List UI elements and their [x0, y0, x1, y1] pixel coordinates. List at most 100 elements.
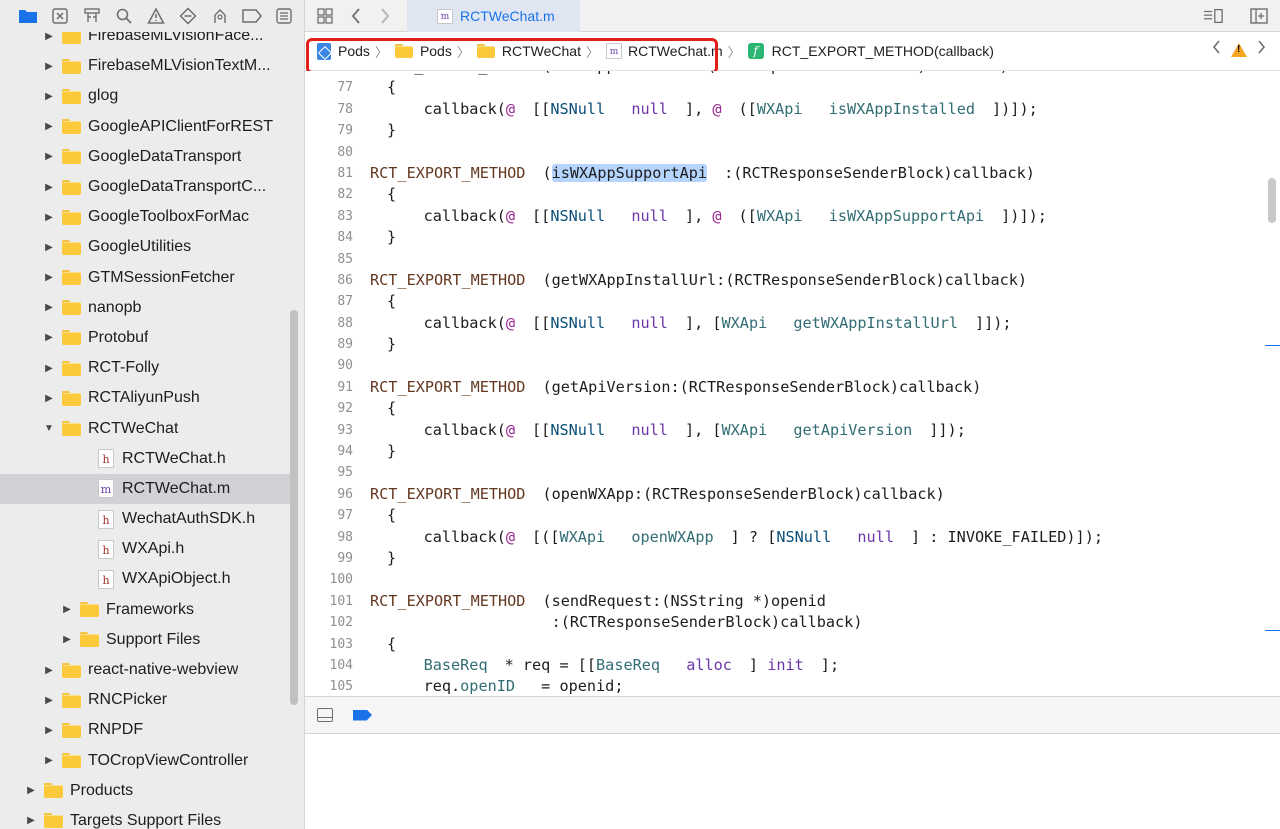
- line-number[interactable]: 81: [305, 163, 353, 184]
- tab-rctwechat-m[interactable]: m RCTWeChat.m: [407, 0, 580, 32]
- disclosure-collapsed-icon[interactable]: ▶: [42, 212, 56, 223]
- breadcrumb-rctwechat-m-file[interactable]: m RCTWeChat.m: [605, 43, 723, 59]
- line-number[interactable]: 99: [305, 548, 353, 569]
- disclosure-collapsed-icon[interactable]: ▶: [60, 604, 74, 615]
- line-number[interactable]: 89: [305, 334, 353, 355]
- disclosure-collapsed-icon[interactable]: ▶: [42, 302, 56, 313]
- tree-group-item[interactable]: ▶ TOCropViewController: [0, 746, 290, 776]
- debug-icon[interactable]: [210, 6, 230, 26]
- disclosure-collapsed-icon[interactable]: ▶: [42, 151, 56, 162]
- disclosure-collapsed-icon[interactable]: ▶: [42, 272, 56, 283]
- source-editor[interactable]: RCT_EXPORT_METHOD (isWXAppInstalled:(RCTR…: [305, 71, 1265, 696]
- disclosure-collapsed-icon[interactable]: ▶: [42, 665, 56, 676]
- breadcrumb-rctwechat-group[interactable]: RCTWeChat: [476, 43, 581, 59]
- line-number[interactable]: 95: [305, 462, 353, 483]
- disclosure-collapsed-icon[interactable]: ▶: [42, 725, 56, 736]
- disclosure-collapsed-icon[interactable]: ▶: [42, 755, 56, 766]
- tree-group-item[interactable]: ▶ RCT-Folly: [0, 353, 290, 383]
- line-number[interactable]: 83: [305, 206, 353, 227]
- tree-file-item[interactable]: h WXApiObject.h: [0, 564, 290, 594]
- disclosure-collapsed-icon[interactable]: ▶: [42, 363, 56, 374]
- tree-group-item[interactable]: ▶ Targets Support Files: [0, 806, 290, 829]
- disclosure-collapsed-icon[interactable]: ▶: [42, 182, 56, 193]
- disclosure-expanded-icon[interactable]: ▼: [42, 423, 56, 434]
- line-number[interactable]: 98: [305, 527, 353, 548]
- line-number[interactable]: 87: [305, 291, 353, 312]
- tree-group-item[interactable]: ▶ GoogleToolboxForMac: [0, 202, 290, 232]
- line-number[interactable]: 77: [305, 77, 353, 98]
- line-number[interactable]: 101: [305, 591, 353, 612]
- tree-group-item[interactable]: ▶ Support Files: [0, 625, 290, 655]
- line-number[interactable]: 86: [305, 270, 353, 291]
- console-area[interactable]: [305, 734, 1280, 829]
- tree-group-item[interactable]: ▶ RCTAliyunPush: [0, 383, 290, 413]
- disclosure-collapsed-icon[interactable]: ▶: [24, 785, 38, 796]
- tree-group-item[interactable]: ▶ GoogleUtilities: [0, 232, 290, 262]
- editor-options-icon[interactable]: [1203, 6, 1223, 26]
- hierarchy-icon[interactable]: [82, 6, 102, 26]
- line-number[interactable]: 90: [305, 355, 353, 376]
- disclosure-collapsed-icon[interactable]: ▶: [42, 61, 56, 72]
- line-number[interactable]: 103: [305, 634, 353, 655]
- line-number[interactable]: 84: [305, 227, 353, 248]
- tree-group-item[interactable]: ▶ react-native-webview: [0, 655, 290, 685]
- line-number[interactable]: 80: [305, 142, 353, 163]
- tree-file-item[interactable]: h WXApi.h: [0, 534, 290, 564]
- disclosure-collapsed-icon[interactable]: ▶: [42, 32, 56, 42]
- project-navigator-folder-icon[interactable]: [18, 6, 38, 26]
- line-number[interactable]: 105: [305, 676, 353, 696]
- disclosure-collapsed-icon[interactable]: ▶: [42, 242, 56, 253]
- line-number[interactable]: 104: [305, 655, 353, 676]
- back-chevron-icon[interactable]: [346, 6, 366, 26]
- related-items-grid-icon[interactable]: [315, 6, 335, 26]
- disclosure-collapsed-icon[interactable]: ▶: [42, 695, 56, 706]
- disclosure-collapsed-icon[interactable]: ▶: [42, 332, 56, 343]
- add-editor-icon[interactable]: [1249, 6, 1269, 26]
- tree-group-item[interactable]: ▼ RCTWeChat: [0, 413, 290, 443]
- disclosure-collapsed-icon[interactable]: ▶: [42, 121, 56, 132]
- line-number[interactable]: 102: [305, 612, 353, 633]
- tree-file-item[interactable]: h RCTWeChat.h: [0, 444, 290, 474]
- next-issue-chevron-icon[interactable]: [1257, 40, 1266, 59]
- file-tree[interactable]: ▶ FirebaseMLVisionFace... ▶ FirebaseMLVisio…: [0, 32, 290, 829]
- warning-icon[interactable]: [1231, 42, 1247, 57]
- previous-issue-chevron-icon[interactable]: [1212, 40, 1221, 59]
- tree-group-item[interactable]: ▶ FirebaseMLVisionFace...: [0, 32, 290, 51]
- tree-file-item[interactable]: m RCTWeChat.m: [0, 473, 290, 504]
- issue-icon[interactable]: [146, 6, 166, 26]
- breadcrumb-pods-project[interactable]: Pods: [317, 42, 370, 60]
- tree-group-item[interactable]: ▶ FirebaseMLVisionTextM...: [0, 51, 290, 81]
- line-number[interactable]: 96: [305, 484, 353, 505]
- find-icon[interactable]: [114, 6, 134, 26]
- tree-group-item[interactable]: ▶ GoogleDataTransportC...: [0, 172, 290, 202]
- disclosure-collapsed-icon[interactable]: ▶: [24, 815, 38, 826]
- breadcrumb-pods-group[interactable]: Pods: [394, 43, 452, 59]
- test-icon[interactable]: [178, 6, 198, 26]
- tree-group-item[interactable]: ▶ Frameworks: [0, 595, 290, 625]
- tree-file-item[interactable]: h WechatAuthSDK.h: [0, 504, 290, 534]
- disclosure-collapsed-icon[interactable]: ▶: [60, 634, 74, 645]
- navigator-scrollbar[interactable]: [290, 310, 298, 705]
- report-icon[interactable]: [274, 6, 294, 26]
- tree-group-item[interactable]: ▶ Protobuf: [0, 323, 290, 353]
- source-control-icon[interactable]: [50, 6, 70, 26]
- breakpoint-navigator-icon[interactable]: [242, 6, 262, 26]
- tree-group-item[interactable]: ▶ GoogleAPIClientForREST: [0, 112, 290, 142]
- tree-group-item[interactable]: ▶ RNCPicker: [0, 685, 290, 715]
- line-number[interactable]: 100: [305, 569, 353, 590]
- line-number[interactable]: 94: [305, 441, 353, 462]
- line-number[interactable]: 93: [305, 420, 353, 441]
- line-number[interactable]: 82: [305, 184, 353, 205]
- tree-group-item[interactable]: ▶ nanopb: [0, 293, 290, 323]
- line-number[interactable]: 88: [305, 313, 353, 334]
- tree-group-item[interactable]: ▶ GoogleDataTransport: [0, 142, 290, 172]
- forward-chevron-icon[interactable]: [375, 6, 395, 26]
- breadcrumb-symbol[interactable]: f RCT_EXPORT_METHOD(callback): [747, 43, 994, 59]
- line-number[interactable]: 78: [305, 99, 353, 120]
- editor-scrollbar[interactable]: [1268, 178, 1276, 223]
- breakpoints-toggle-icon[interactable]: [353, 709, 372, 721]
- tree-group-item[interactable]: ▶ RNPDF: [0, 715, 290, 745]
- line-number[interactable]: 92: [305, 398, 353, 419]
- disclosure-collapsed-icon[interactable]: ▶: [42, 91, 56, 102]
- line-number[interactable]: 91: [305, 377, 353, 398]
